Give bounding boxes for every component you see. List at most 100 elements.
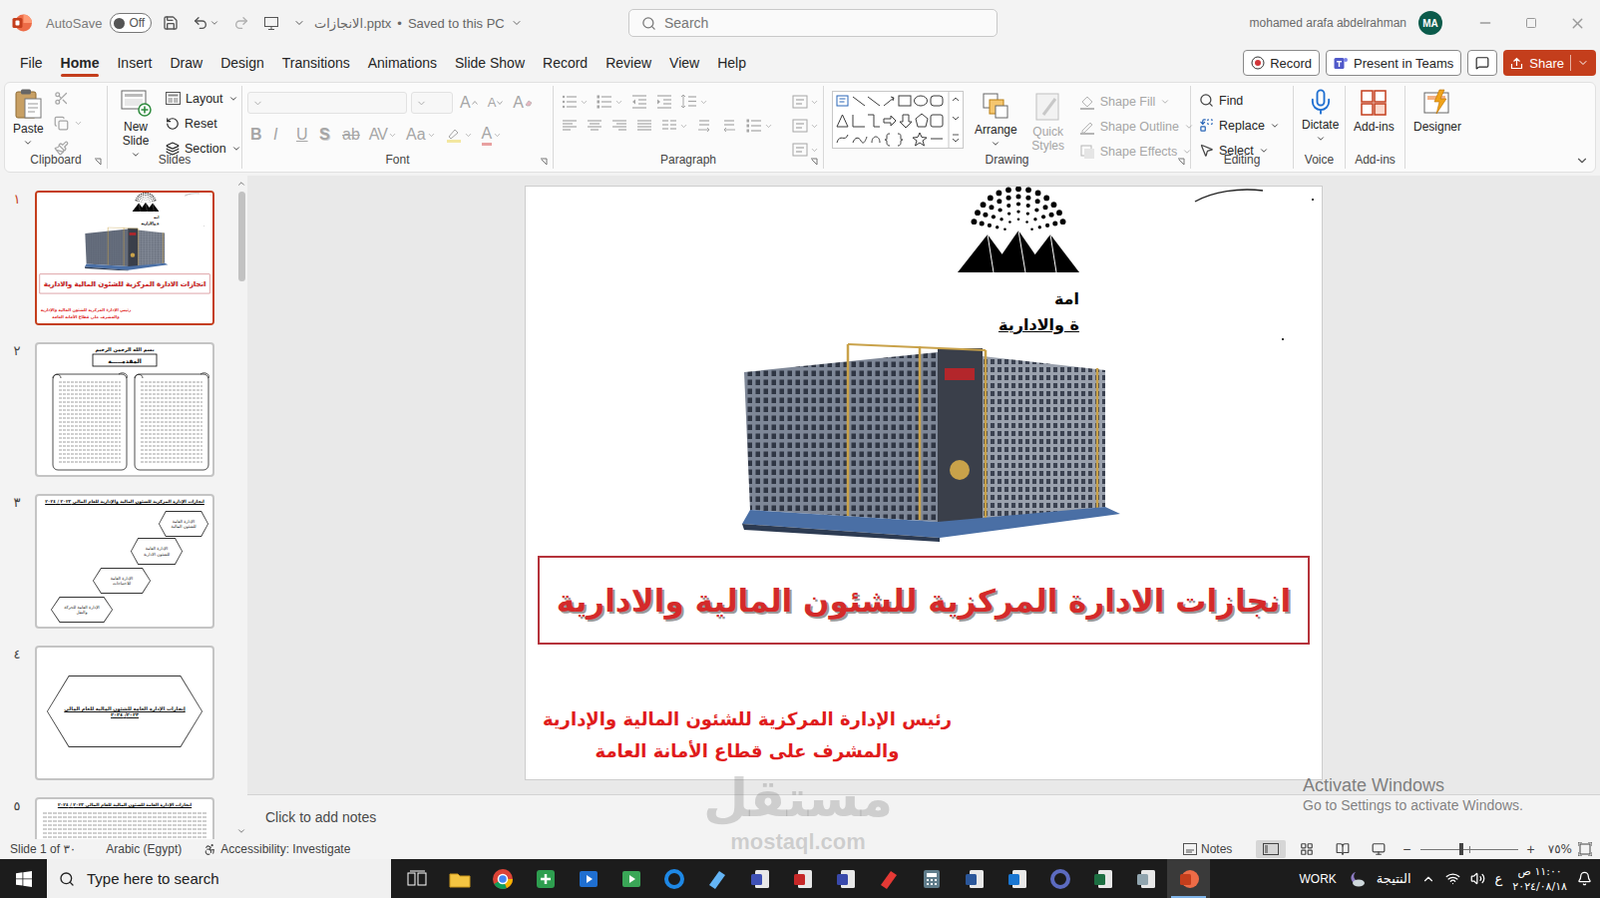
taskbar-app[interactable]	[652, 858, 696, 898]
menu-tab[interactable]: Insert	[107, 47, 161, 78]
menu-tab[interactable]: Help	[708, 47, 756, 78]
view-button[interactable]	[1291, 839, 1322, 858]
scroll-thumb[interactable]	[238, 191, 246, 282]
dialog-launcher[interactable]	[539, 157, 548, 166]
taskbar-app[interactable]	[1167, 858, 1210, 898]
font-size-field[interactable]	[410, 91, 453, 114]
font-name-field[interactable]	[247, 91, 407, 114]
spacing-button[interactable]	[678, 90, 711, 113]
menu-tab[interactable]: Design	[211, 47, 274, 78]
font-shrink-button[interactable]: A	[484, 91, 507, 114]
taskbar-search[interactable]: Type here to search	[46, 858, 392, 898]
slide-thumbnail[interactable]: انجازات الإدارة المركزية للشئون المالية …	[34, 493, 215, 629]
copy-button[interactable]	[50, 111, 86, 135]
outdent-button[interactable]	[628, 90, 651, 113]
quick-styles-button[interactable]: Quick Styles	[1025, 88, 1072, 155]
taskbar-app[interactable]	[1124, 858, 1168, 898]
shapes-gallery[interactable]	[828, 88, 967, 151]
taskbar-app[interactable]	[866, 858, 910, 898]
text-direction-button[interactable]	[789, 90, 821, 113]
restore-button[interactable]	[1508, 0, 1555, 46]
record-button[interactable]: Record	[1242, 49, 1320, 76]
close-button[interactable]	[1554, 0, 1600, 46]
dictate-button[interactable]: Dictate	[1298, 85, 1342, 146]
paste-button[interactable]: Paste	[9, 85, 47, 150]
bullets-button[interactable]	[558, 90, 591, 113]
slide-thumbnail[interactable]: بسم الله الرحمن الرحيمالمقدمـــــة	[34, 342, 215, 477]
share-button[interactable]: Share	[1503, 49, 1597, 76]
taskbar-app[interactable]	[695, 858, 739, 898]
shape-command[interactable]: Shape Outline	[1076, 114, 1198, 138]
taskbar-app[interactable]	[1038, 858, 1082, 898]
dialog-launcher[interactable]	[93, 157, 102, 166]
zoom-out-button[interactable]: −	[1399, 840, 1414, 857]
start-button[interactable]	[0, 858, 47, 898]
dialog-launcher[interactable]	[809, 157, 818, 166]
taskbar-app[interactable]	[781, 858, 824, 898]
taskbar-app[interactable]	[523, 858, 567, 898]
arrange-button[interactable]: Arrange	[971, 88, 1021, 151]
smartart-button[interactable]	[789, 138, 821, 161]
menu-tab[interactable]: File	[10, 47, 52, 78]
undo-button[interactable]	[189, 12, 223, 33]
taskbar-app[interactable]	[480, 858, 524, 898]
font-strike-button[interactable]: ab	[339, 123, 364, 146]
slides-command[interactable]: Layout	[162, 86, 245, 110]
minimize-button[interactable]	[1462, 0, 1509, 46]
right-button[interactable]	[608, 114, 631, 137]
menu-tab[interactable]: Transitions	[273, 47, 360, 78]
editing-command[interactable]: Find	[1196, 88, 1283, 112]
search-box[interactable]: Search	[628, 8, 998, 37]
user-avatar[interactable]: MA	[1418, 10, 1443, 35]
taskbar-app[interactable]	[952, 858, 996, 898]
font-grow-button[interactable]: A	[456, 91, 481, 114]
present-button[interactable]	[260, 12, 283, 33]
taskbar-app[interactable]	[609, 858, 653, 898]
numbers-button[interactable]	[743, 114, 776, 137]
thumbnail-scrollbar[interactable]	[235, 175, 248, 839]
dialog-launcher[interactable]	[1177, 157, 1186, 166]
taskbar-app[interactable]	[1081, 858, 1125, 898]
shape-command[interactable]: Shape Effects	[1076, 139, 1198, 163]
comments-button[interactable]	[1467, 49, 1498, 76]
taskbar-app[interactable]	[566, 858, 610, 898]
font-color-button[interactable]: A	[478, 123, 506, 146]
slides-command[interactable]: Reset	[162, 111, 245, 135]
zoom-thumb[interactable]	[1459, 842, 1464, 855]
taskbar-app[interactable]	[738, 858, 782, 898]
ltr-button[interactable]	[693, 114, 716, 137]
menu-tab[interactable]: Animations	[359, 47, 446, 78]
menu-tab[interactable]: Review	[596, 47, 661, 78]
rtl-button[interactable]	[718, 114, 741, 137]
menu-tab[interactable]: Record	[533, 47, 597, 78]
font-case-button[interactable]: Aa	[402, 123, 439, 146]
slide-thumbnail[interactable]: إنجازات الإدارة العامة للشئون المالية لل…	[34, 645, 215, 781]
menu-tab[interactable]: Slide Show	[445, 47, 534, 78]
view-button[interactable]	[1255, 839, 1286, 858]
justify-button[interactable]	[633, 114, 656, 137]
taskbar-app[interactable]	[909, 858, 953, 898]
menu-tab[interactable]: Home	[51, 47, 109, 78]
left-button[interactable]	[558, 114, 581, 137]
align-text-button[interactable]	[789, 114, 821, 137]
center-button[interactable]	[583, 114, 606, 137]
designer-button[interactable]: Designer	[1410, 85, 1465, 136]
font-shadow-button[interactable]: S	[316, 123, 337, 146]
numbers-button[interactable]	[593, 90, 626, 113]
font-underline-button[interactable]: U	[293, 123, 314, 146]
customize-button[interactable]	[290, 14, 309, 31]
redo-button[interactable]	[230, 12, 253, 33]
autosave-toggle[interactable]: Off	[109, 12, 152, 33]
menu-tab[interactable]: View	[660, 47, 709, 78]
slide-thumbnail[interactable]: امةة والاداريةانجازات الادارة المركزية ل…	[34, 190, 215, 326]
slide-thumbnail[interactable]: انجازات الإدارة العامة للشئون المالية لل…	[34, 797, 215, 839]
save-button[interactable]	[159, 12, 182, 33]
task-view-button[interactable]	[395, 858, 438, 898]
editing-command[interactable]: Replace	[1196, 113, 1283, 137]
columns-button[interactable]	[658, 114, 691, 137]
font-spacing-button[interactable]: AV	[366, 123, 400, 146]
accessibility-status[interactable]: Accessibility: Investigate	[203, 841, 351, 856]
cut-button[interactable]	[50, 86, 86, 110]
font-italic-button[interactable]: I	[270, 123, 291, 146]
indent-button[interactable]	[653, 90, 676, 113]
